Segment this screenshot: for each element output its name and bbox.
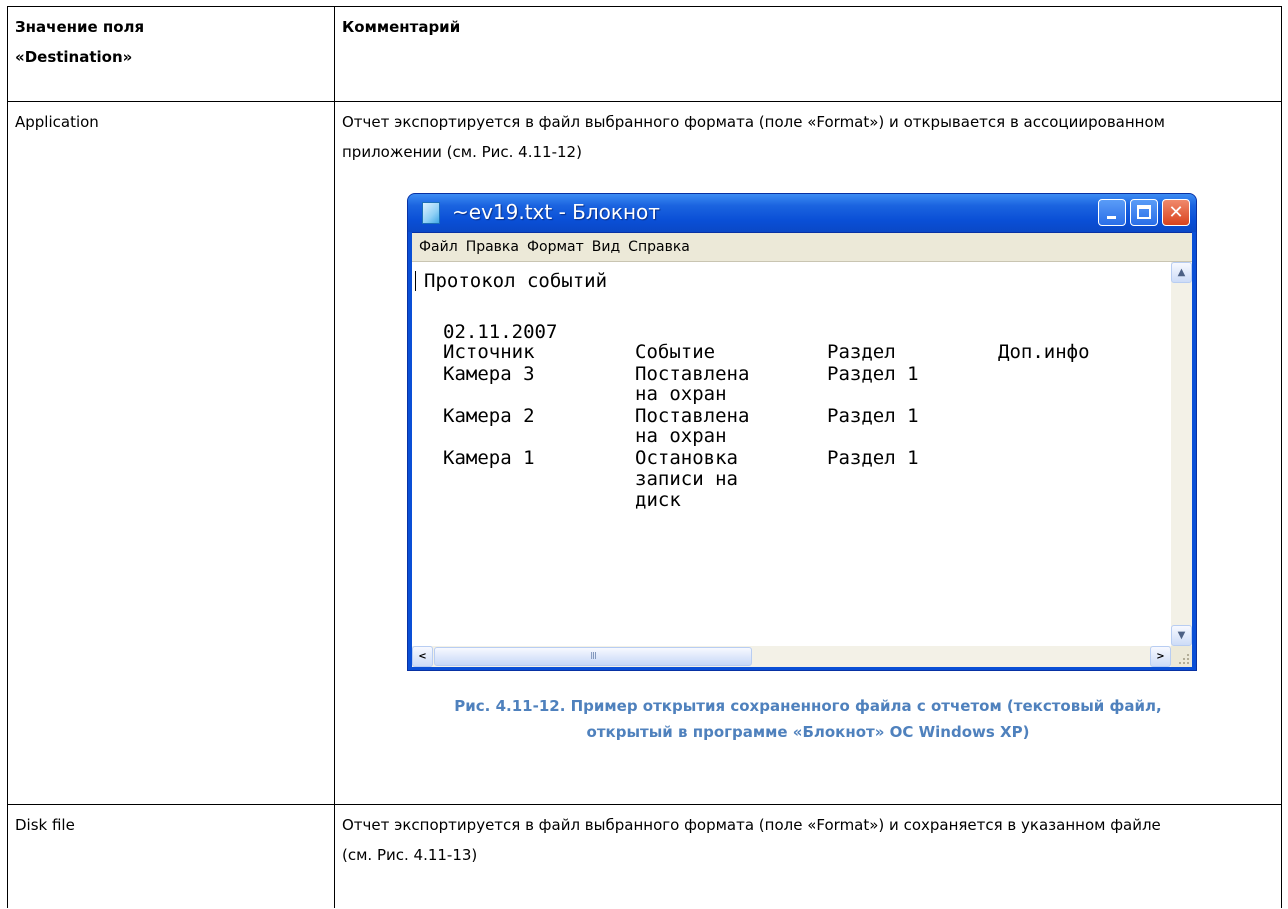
table-header-row: Значение поля «Destination» Комментарий	[7, 6, 1282, 102]
scroll-up-button[interactable]: ▲	[1171, 262, 1192, 283]
text-record-event: на охран	[635, 425, 727, 447]
notepad-title: ~ev19.txt - Блокнот	[452, 200, 660, 224]
text-header-info: Доп.инфо	[998, 341, 1090, 363]
notepad-menubar: Файл Правка Формат Вид Справка	[412, 233, 1192, 262]
text-record-source: Камера 1	[443, 447, 535, 469]
resize-grip-icon[interactable]	[1171, 646, 1192, 667]
scroll-left-button[interactable]: <	[412, 646, 433, 667]
text-header-event: Событие	[635, 341, 716, 363]
text-header-section: Раздел	[827, 341, 896, 363]
text-record-event: записи на	[635, 468, 738, 490]
scroll-right-button[interactable]: >	[1150, 646, 1171, 667]
text-caret	[415, 271, 416, 291]
notepad-window: ~ev19.txt - Блокнот ✕ Файл Правка Формат Ви…	[407, 193, 1197, 671]
notepad-titlebar[interactable]: ~ev19.txt - Блокнот ✕	[408, 194, 1196, 232]
minimize-icon	[1107, 216, 1116, 219]
header-cell-comment: Комментарий	[334, 6, 1282, 102]
text-record-event: Поставлена	[635, 405, 750, 427]
header-value-line1: Значение поля	[15, 18, 145, 36]
arrow-down-icon: ▼	[1177, 630, 1186, 641]
row-comment-text: Отчет экспортируется в файл выбранного ф…	[342, 113, 1165, 161]
minimize-button[interactable]	[1098, 199, 1126, 226]
header-cell-value: Значение поля «Destination»	[7, 6, 335, 102]
caption-line2: открытый в программе «Блокнот» ОС Window…	[586, 723, 1030, 741]
text-date-line: 02.11.2007	[443, 321, 558, 343]
maximize-button[interactable]	[1130, 199, 1158, 226]
text-record-event: Остановка	[635, 447, 738, 469]
scroll-down-button[interactable]: ▼	[1171, 625, 1192, 646]
close-button[interactable]: ✕	[1162, 199, 1190, 226]
menu-file[interactable]: Файл	[415, 233, 462, 261]
row-value-cell: Application	[7, 101, 335, 805]
arrow-left-icon: <	[418, 651, 427, 662]
figure-caption: Рис. 4.11-12. Пример открытия сохраненно…	[342, 693, 1274, 753]
row-comment-cell: Отчет экспортируется в файл выбранного ф…	[334, 101, 1282, 805]
row-comment-text: Отчет экспортируется в файл выбранного ф…	[342, 816, 1161, 864]
destination-table: Значение поля «Destination» Комментарий …	[7, 6, 1282, 908]
arrow-up-icon: ▲	[1177, 267, 1186, 278]
maximize-icon	[1137, 205, 1151, 219]
row-value-cell: Disk file	[7, 804, 335, 908]
menu-view[interactable]: Вид	[588, 233, 624, 261]
text-header-source: Источник	[443, 341, 535, 363]
horizontal-scrollbar[interactable]: < III >	[412, 646, 1171, 667]
grip-icon: III	[590, 651, 597, 662]
scroll-thumb[interactable]: III	[434, 647, 752, 666]
text-record-event: Поставлена	[635, 363, 750, 385]
menu-format[interactable]: Формат	[523, 233, 588, 261]
text-record-section: Раздел 1	[827, 363, 919, 385]
text-record-event: диск	[635, 489, 681, 511]
text-record-event: на охран	[635, 383, 727, 405]
notepad-icon	[422, 202, 440, 224]
menu-help[interactable]: Справка	[624, 233, 694, 261]
caption-line1: Рис. 4.11-12. Пример открытия сохраненно…	[454, 697, 1162, 715]
text-record-section: Раздел 1	[827, 405, 919, 427]
arrow-right-icon: >	[1156, 651, 1165, 662]
header-value-line2: «Destination»	[15, 48, 133, 66]
notepad-text-area[interactable]: Протокол событий 02.11.2007 Источник Соб…	[412, 262, 1171, 646]
text-record-section: Раздел 1	[827, 447, 919, 469]
vertical-scrollbar[interactable]: ▲ ▼	[1171, 262, 1192, 646]
menu-edit[interactable]: Правка	[462, 233, 523, 261]
text-record-source: Камера 2	[443, 405, 535, 427]
row-comment-cell: Отчет экспортируется в файл выбранного ф…	[334, 804, 1282, 908]
text-record-source: Камера 3	[443, 363, 535, 385]
close-icon: ✕	[1168, 202, 1184, 223]
notepad-client: Файл Правка Формат Вид Справка Протокол собы…	[412, 232, 1192, 667]
table-row: Application Отчет экспортируется в файл …	[7, 101, 1282, 805]
table-row: Disk file Отчет экспортируется в файл вы…	[7, 804, 1282, 908]
text-title-line: Протокол событий	[424, 270, 608, 292]
